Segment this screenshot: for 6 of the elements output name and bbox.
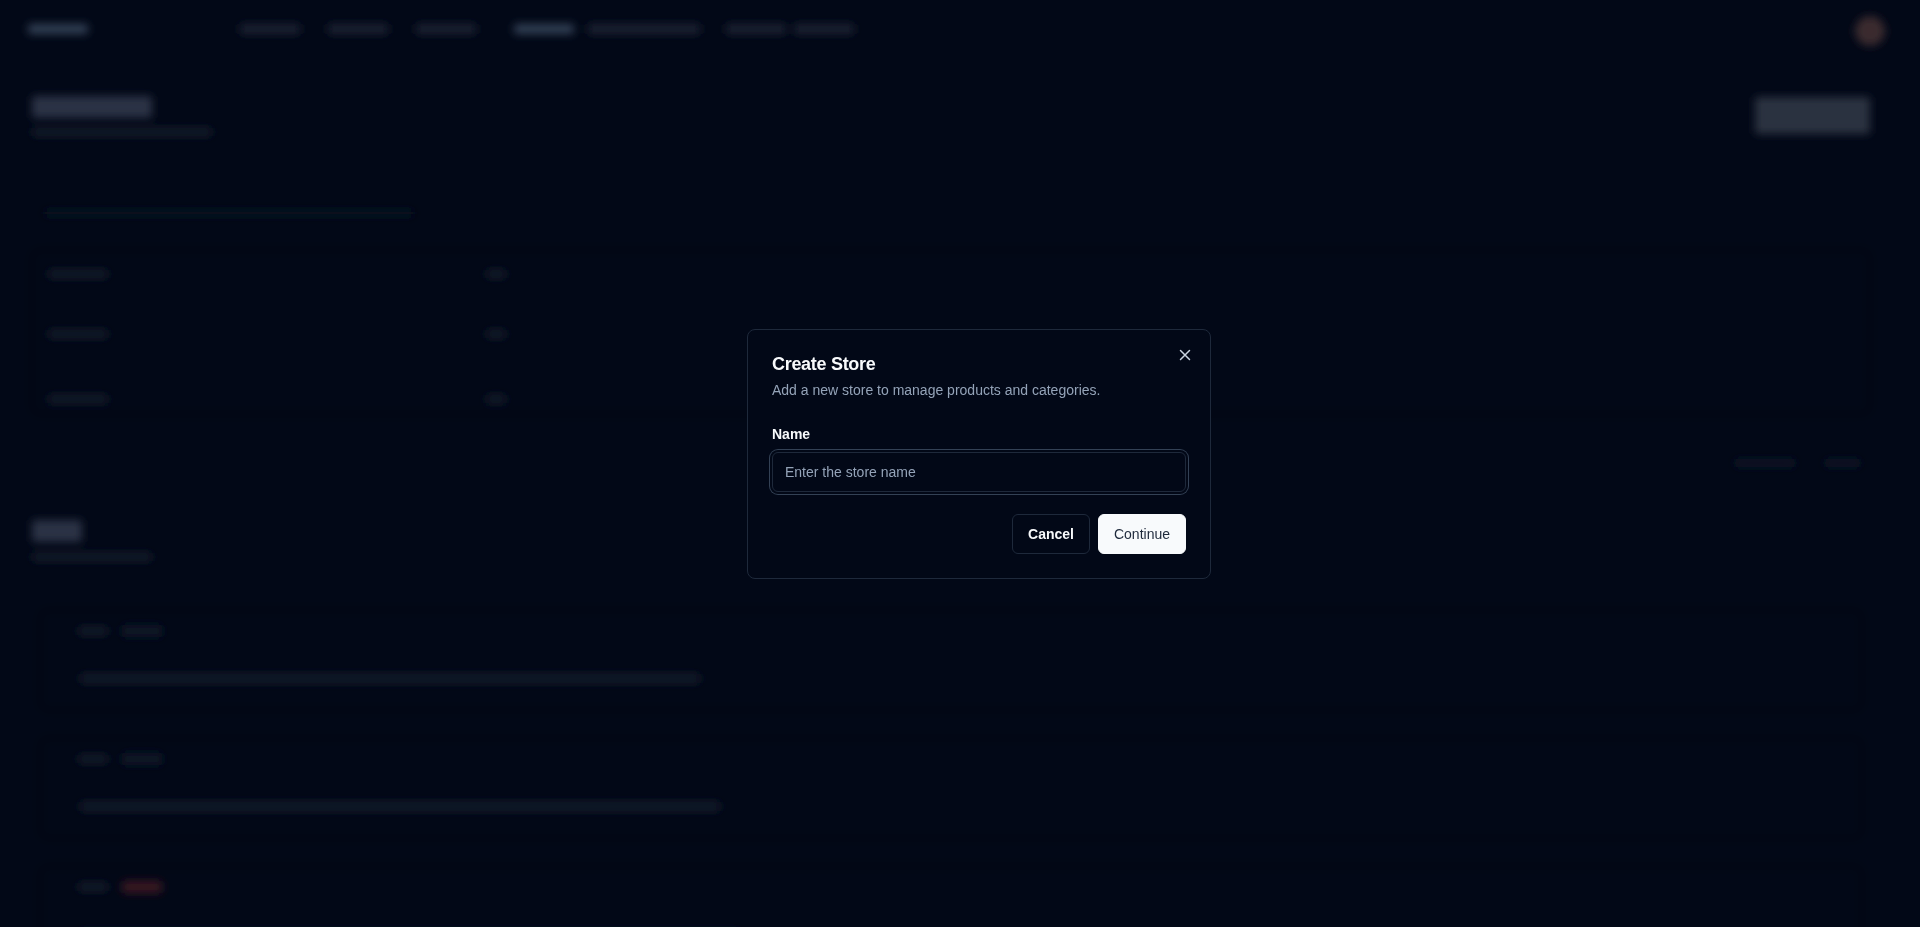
dialog-description: Add a new store to manage products and categories. xyxy=(772,381,1101,400)
cancel-button[interactable]: Cancel xyxy=(1012,514,1090,554)
field-label: Name xyxy=(772,425,811,444)
dialog-title: Create Store xyxy=(772,353,876,376)
continue-button[interactable]: Continue xyxy=(1097,514,1186,554)
name-input[interactable]: Enter the store name xyxy=(772,452,1186,492)
